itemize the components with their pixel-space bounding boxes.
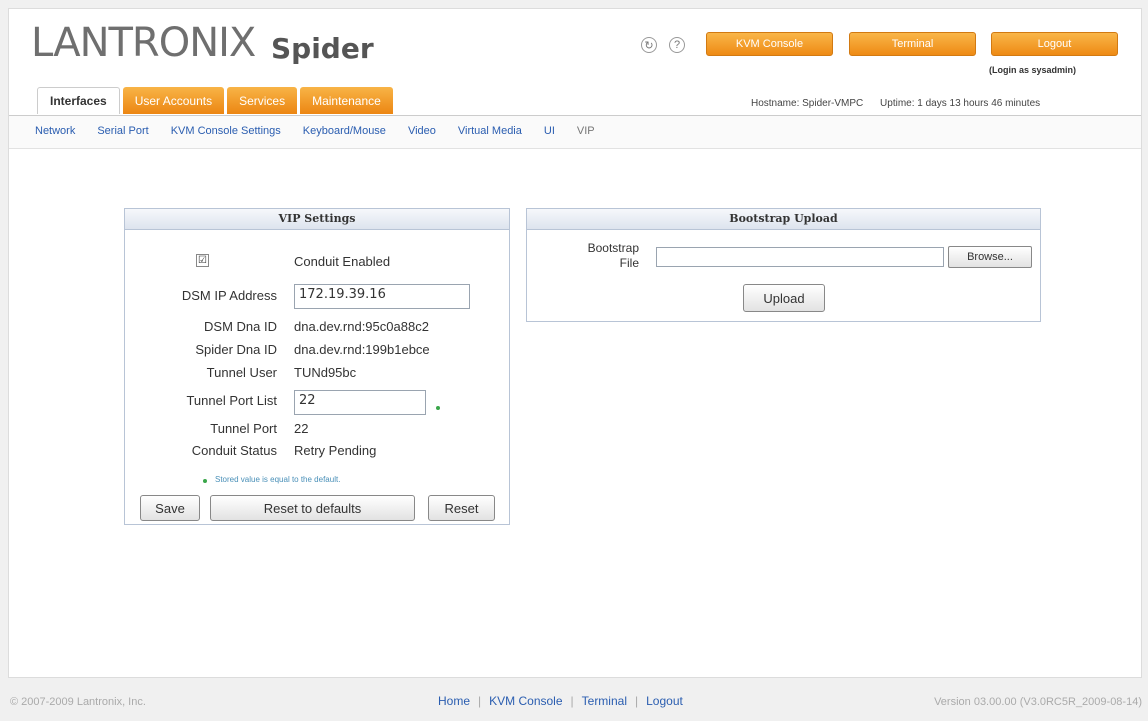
default-value-indicator <box>436 406 440 410</box>
footer-separator: | <box>478 694 482 708</box>
vip-settings-title: VIP Settings <box>125 209 509 230</box>
footer-link-logout[interactable]: Logout <box>646 694 683 708</box>
spider-logo: Spider <box>271 32 374 65</box>
spider-dna-label: Spider Dna ID <box>195 342 277 357</box>
uptime-label: Uptime: 1 days 13 hours 46 minutes <box>880 98 1041 109</box>
footer-link-terminal[interactable]: Terminal <box>582 694 627 708</box>
top-icons: ↻ ? <box>641 37 685 53</box>
tab-user-accounts[interactable]: User Accounts <box>122 87 225 114</box>
refresh-icon[interactable]: ↻ <box>641 37 657 53</box>
dsm-dna-value: dna.dev.rnd:95c0a88c2 <box>294 319 429 334</box>
upload-button[interactable]: Upload <box>743 284 825 312</box>
bootstrap-file-label-line2: File <box>619 256 639 270</box>
tab-interfaces[interactable]: Interfaces <box>37 87 120 114</box>
subnav-ui[interactable]: UI <box>544 125 555 137</box>
bootstrap-file-label-line1: Bootstrap <box>587 241 639 255</box>
footer-links: Home | KVM Console | Terminal | Logout <box>438 694 683 708</box>
tunnel-port-list-input[interactable]: 22 <box>294 390 426 415</box>
main-tabs: Interfaces User Accounts Services Mainte… <box>37 87 393 114</box>
spider-dna-value: dna.dev.rnd:199b1ebce <box>294 342 430 357</box>
terminal-button[interactable]: Terminal <box>849 32 976 56</box>
subnav-serial-port[interactable]: Serial Port <box>97 125 148 137</box>
logout-button[interactable]: Logout <box>991 32 1118 56</box>
subnav-keyboard-mouse[interactable]: Keyboard/Mouse <box>303 125 386 137</box>
subnav-virtual-media[interactable]: Virtual Media <box>458 125 522 137</box>
save-button[interactable]: Save <box>140 495 200 521</box>
version-text: Version 03.00.00 (V3.0RC5R_2009-08-14) <box>934 696 1142 708</box>
default-value-note: Stored value is equal to the default. <box>215 475 341 484</box>
tab-maintenance[interactable]: Maintenance <box>300 87 393 114</box>
tab-services[interactable]: Services <box>227 87 298 114</box>
footer-separator: | <box>570 694 574 708</box>
subnav-video[interactable]: Video <box>408 125 436 137</box>
conduit-status-value: Retry Pending <box>294 443 377 458</box>
kvm-console-button[interactable]: KVM Console <box>706 32 833 56</box>
lantronix-logo: LANTRONIX <box>31 20 256 66</box>
footer-link-kvm-console[interactable]: KVM Console <box>489 694 562 708</box>
conduit-enabled-checkbox[interactable]: ☑ <box>196 254 209 267</box>
dsm-ip-input[interactable]: 172.19.39.16 <box>294 284 470 309</box>
help-icon[interactable]: ? <box>669 37 685 53</box>
tunnel-user-value: TUNd95bc <box>294 365 357 380</box>
subnav-vip[interactable]: VIP <box>577 125 595 137</box>
logo-text: LANTRONIX <box>31 20 256 66</box>
bootstrap-upload-panel: Bootstrap Upload Bootstrap File Browse..… <box>526 208 1041 322</box>
reset-to-defaults-button[interactable]: Reset to defaults <box>210 495 415 521</box>
browse-button[interactable]: Browse... <box>948 246 1032 268</box>
tunnel-port-value: 22 <box>294 421 309 436</box>
footer-link-home[interactable]: Home <box>438 694 470 708</box>
copyright-text: © 2007-2009 Lantronix, Inc. <box>10 696 146 708</box>
footer-separator: | <box>635 694 639 708</box>
page-frame: LANTRONIX Spider ↻ ? KVM Console Termina… <box>8 8 1142 678</box>
subnav-network[interactable]: Network <box>35 125 75 137</box>
footer: © 2007-2009 Lantronix, Inc. Home | KVM C… <box>0 680 1148 721</box>
conduit-status-label: Conduit Status <box>191 443 277 458</box>
hostname-label: Hostname: Spider-VMPC <box>751 98 864 109</box>
tunnel-port-list-label: Tunnel Port List <box>186 393 277 408</box>
subnav-kvm-console-settings[interactable]: KVM Console Settings <box>171 125 281 137</box>
login-as-label: (Login as sysadmin) <box>989 65 1077 75</box>
tunnel-port-label: Tunnel Port <box>210 421 277 436</box>
bootstrap-upload-title: Bootstrap Upload <box>527 209 1040 230</box>
host-info: Hostname: Spider-VMPC Uptime: 1 days 13 … <box>751 98 1054 109</box>
header: LANTRONIX Spider ↻ ? KVM Console Termina… <box>9 9 1141 115</box>
bootstrap-file-input[interactable] <box>656 247 944 267</box>
sub-navigation: Network Serial Port KVM Console Settings… <box>9 115 1141 149</box>
dsm-dna-label: DSM Dna ID <box>204 319 277 334</box>
dsm-ip-label: DSM IP Address <box>181 288 277 303</box>
vip-settings-panel: VIP Settings ☑ Conduit Enabled DSM IP Ad… <box>124 208 510 525</box>
tunnel-user-label: Tunnel User <box>206 365 277 380</box>
reset-button[interactable]: Reset <box>428 495 495 521</box>
bootstrap-file-label: Bootstrap File <box>535 241 639 271</box>
conduit-enabled-label: Conduit Enabled <box>294 254 391 269</box>
note-indicator <box>203 479 207 483</box>
